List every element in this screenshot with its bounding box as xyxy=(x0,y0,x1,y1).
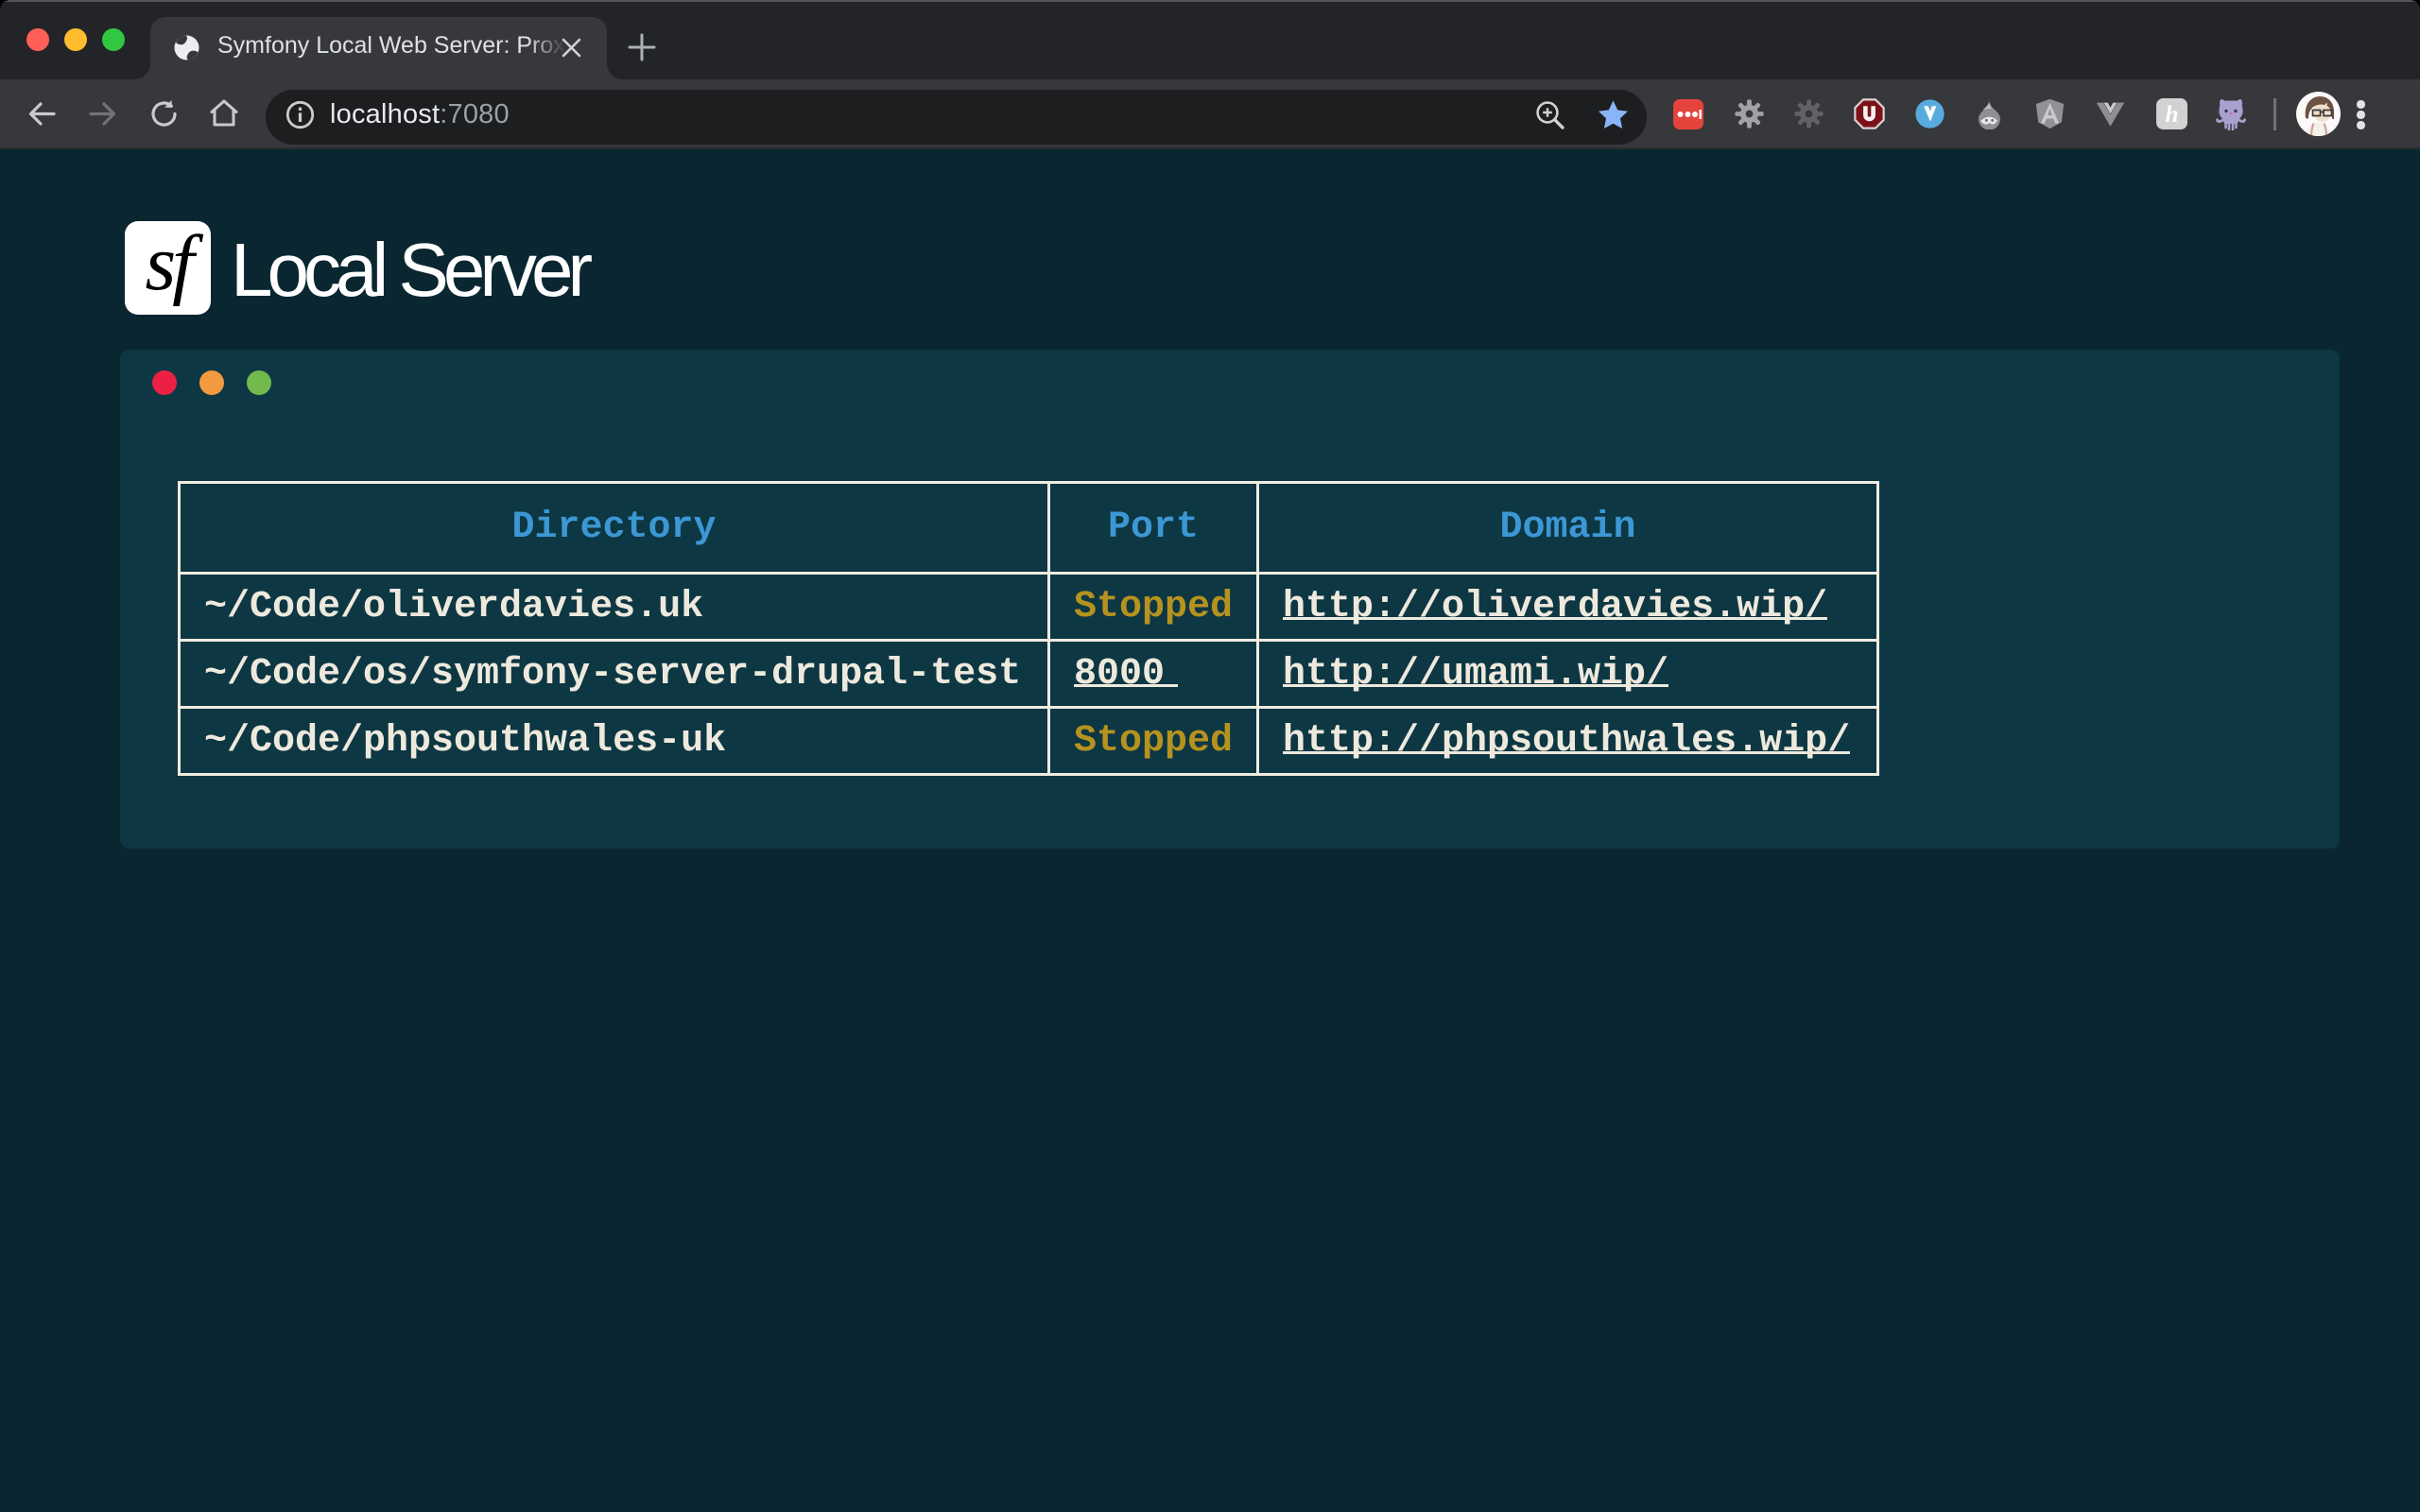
svg-text:h: h xyxy=(2165,100,2178,128)
